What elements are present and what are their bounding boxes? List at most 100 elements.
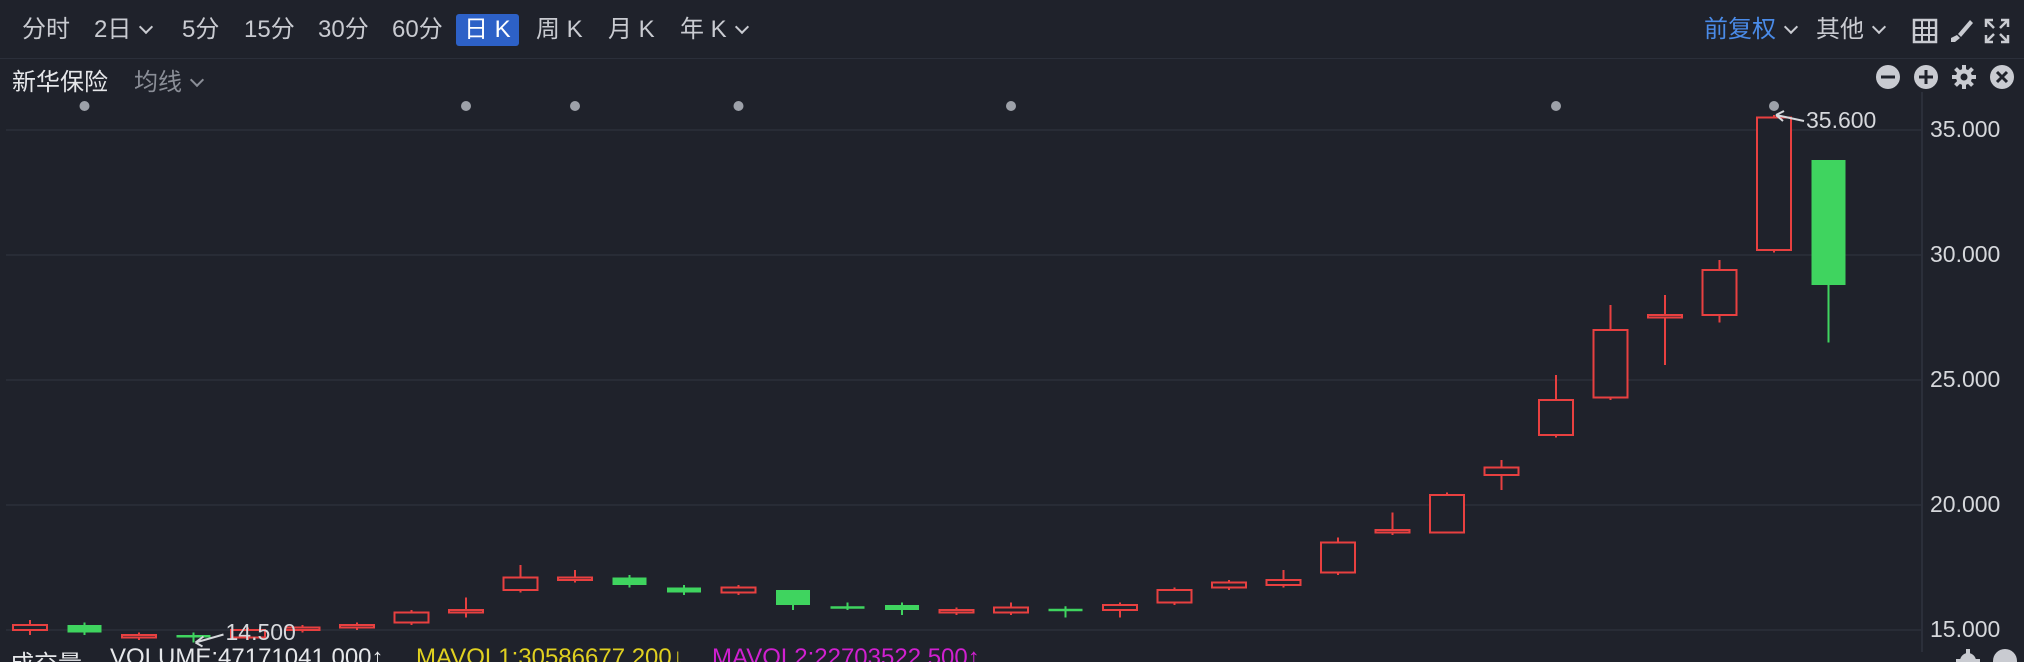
kline-chart[interactable]: 35.600 14.500 35.000 30.000 25.000 20.000 15… — [0, 92, 2024, 652]
candle-body — [612, 577, 647, 585]
candle[interactable] — [1048, 606, 1083, 618]
tab-year-k-label: 年 K — [680, 16, 727, 43]
other-dropdown[interactable]: 其他 — [1816, 14, 1887, 46]
tab-2day-label: 2日 — [94, 16, 132, 43]
candle-body — [993, 606, 1029, 614]
candle[interactable] — [993, 602, 1029, 616]
event-marker-dot[interactable] — [733, 101, 744, 111]
candle[interactable] — [1156, 587, 1193, 606]
candle-body — [776, 590, 810, 605]
tab-30min[interactable]: 30分 — [310, 14, 377, 46]
candle[interactable] — [393, 610, 430, 625]
mavol1-value: MAVOL1:30586677.200↓ — [416, 646, 684, 662]
volume-title: 成交量 — [10, 646, 82, 662]
candle[interactable] — [176, 632, 211, 643]
y-tick-label: 30.000 — [1930, 241, 2001, 267]
fuquan-label: 前复权 — [1704, 16, 1776, 43]
tab-15min[interactable]: 15分 — [236, 14, 303, 46]
candle[interactable] — [1538, 375, 1574, 438]
y-tick-label: 35.000 — [1930, 116, 2001, 142]
tab-month-k[interactable]: 月 K — [600, 14, 663, 46]
candle-body — [830, 606, 865, 609]
y-tick-label: 15.000 — [1930, 616, 2001, 642]
candle-body — [1483, 466, 1520, 476]
kline-svg — [6, 92, 1923, 652]
candle[interactable] — [1265, 570, 1302, 588]
candle-body — [502, 576, 539, 591]
candle[interactable] — [1429, 492, 1465, 534]
tab-fenshi[interactable]: 分时 — [14, 14, 78, 46]
y-tick-label: 25.000 — [1930, 366, 2001, 392]
candle[interactable] — [502, 565, 539, 593]
candle[interactable] — [938, 607, 975, 616]
candle[interactable] — [557, 570, 593, 583]
candle[interactable] — [448, 597, 484, 618]
tab-week-k[interactable]: 周 K — [528, 14, 591, 46]
candle[interactable] — [1320, 537, 1356, 576]
candle-body — [1429, 494, 1465, 534]
candle[interactable] — [776, 590, 810, 610]
candle[interactable] — [1647, 295, 1683, 365]
candle[interactable] — [67, 622, 102, 636]
tab-5min[interactable]: 5分 — [174, 14, 227, 46]
candle[interactable] — [1756, 115, 1792, 253]
candle-body — [667, 587, 701, 593]
candle-body — [1265, 579, 1302, 586]
volume-settings-icon[interactable] — [1955, 648, 1981, 662]
candle[interactable] — [720, 585, 757, 595]
tab-year-k[interactable]: 年 K — [672, 14, 755, 46]
zoom-in-icon[interactable] — [1913, 64, 1939, 90]
close-icon[interactable] — [1989, 64, 2015, 90]
brush-icon[interactable] — [1948, 18, 1974, 44]
candle-body — [720, 586, 757, 594]
candle[interactable] — [12, 620, 48, 635]
candle-body — [1756, 116, 1792, 251]
zoom-out-icon[interactable] — [1875, 64, 1901, 90]
y-tick-label: 20.000 — [1930, 491, 2001, 517]
candle-body — [1811, 160, 1846, 285]
fuquan-dropdown[interactable]: 前复权 — [1704, 14, 1799, 46]
event-marker-dot[interactable] — [1769, 101, 1779, 111]
mavol2-value: MAVOL2:22703522.500↑ — [712, 646, 980, 662]
candle-body — [1701, 269, 1738, 316]
candle-body — [339, 624, 375, 629]
candle-body — [1156, 589, 1193, 604]
candle-body — [67, 625, 102, 633]
candle[interactable] — [1483, 460, 1520, 490]
candle[interactable] — [1102, 602, 1138, 618]
event-marker-dot[interactable] — [1551, 101, 1561, 111]
chevron-down-icon — [189, 72, 205, 88]
other-label: 其他 — [1816, 16, 1864, 43]
chevron-down-icon — [1871, 19, 1887, 35]
candle[interactable] — [1211, 580, 1247, 590]
tab-60min[interactable]: 60分 — [384, 14, 451, 46]
event-marker-dot[interactable] — [570, 101, 580, 111]
candle-body — [885, 605, 919, 610]
fullscreen-icon[interactable] — [1984, 18, 2010, 44]
grid-layout-icon[interactable] — [1912, 18, 1938, 44]
candle[interactable] — [1701, 260, 1738, 323]
candle-body — [448, 609, 484, 614]
candle-body — [1211, 581, 1247, 589]
candle[interactable] — [339, 622, 375, 631]
candle-body — [557, 576, 593, 581]
candle-body — [393, 611, 430, 624]
candle-body — [1320, 541, 1356, 574]
candle[interactable] — [121, 632, 157, 641]
event-marker-dot[interactable] — [79, 101, 90, 111]
event-marker-dot[interactable] — [461, 101, 471, 111]
gear-icon[interactable] — [1951, 64, 1977, 90]
candle[interactable] — [1592, 305, 1629, 400]
max-price-label: 35.600 — [1806, 107, 1877, 133]
candle[interactable] — [830, 602, 865, 611]
candle[interactable] — [612, 575, 647, 588]
volume-close-icon[interactable] — [1992, 648, 2018, 662]
chevron-down-icon — [734, 19, 749, 35]
candle[interactable] — [885, 602, 919, 616]
tab-day-k[interactable]: 日 K — [456, 14, 519, 46]
event-marker-dot[interactable] — [1006, 101, 1016, 111]
candle[interactable] — [1374, 512, 1411, 536]
candle[interactable] — [1811, 160, 1846, 343]
tab-2day[interactable]: 2日 — [86, 14, 159, 46]
candle[interactable] — [667, 585, 701, 595]
